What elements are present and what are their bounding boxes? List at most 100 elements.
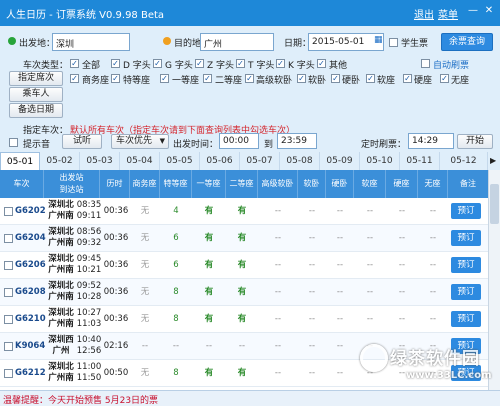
- prompt-sound-checkbox[interactable]: [9, 138, 18, 147]
- table-row[interactable]: G6202 深圳北 广州南 08:35 09:11 00:36 无 4 有 有 --…: [0, 198, 488, 225]
- date-tab-0509[interactable]: 05-09: [320, 152, 360, 170]
- book-button[interactable]: 预订: [451, 257, 481, 273]
- row-checkbox[interactable]: [4, 234, 13, 243]
- calendar-icon[interactable]: ▦: [374, 35, 383, 45]
- hard-sleeper: --: [336, 314, 344, 324]
- train-code: G6204: [15, 233, 46, 243]
- row-checkbox[interactable]: [4, 342, 13, 351]
- to-input[interactable]: 广州: [200, 33, 274, 51]
- seat-deluxe-sleeper-checkbox[interactable]: ✓: [245, 74, 254, 83]
- scrollbar-thumb[interactable]: [490, 184, 499, 224]
- book-button[interactable]: 预订: [451, 203, 481, 219]
- passenger-button[interactable]: 乘车人: [9, 87, 63, 102]
- seat-soft-seat-label: 软座: [377, 76, 396, 86]
- soft-seat: --: [366, 206, 374, 216]
- duration: 00:36: [103, 233, 129, 243]
- table-row[interactable]: G6204 深圳北 广州南 08:56 09:32 00:36 无 6 有 有 --…: [0, 225, 488, 252]
- from-station: 深圳北: [48, 254, 74, 264]
- time-from-input[interactable]: 00:00: [219, 133, 259, 149]
- deluxe-sleeper: --: [274, 341, 282, 351]
- type-d-checkbox[interactable]: ✓: [111, 59, 120, 68]
- date-tab-0508[interactable]: 05-08: [280, 152, 320, 170]
- type-g-checkbox[interactable]: ✓: [153, 59, 162, 68]
- watermark-url: www.33LC.com: [406, 370, 492, 381]
- type-z-checkbox[interactable]: ✓: [195, 59, 204, 68]
- auto-refresh-label: 自动刷票: [433, 61, 470, 71]
- first-seat: 有: [204, 314, 214, 324]
- from-input[interactable]: 深圳: [52, 33, 130, 51]
- book-button[interactable]: 预订: [451, 230, 481, 246]
- date-tab-0501[interactable]: 05-01: [0, 152, 40, 170]
- to-station: 广州南: [48, 211, 74, 221]
- date-tab-0503[interactable]: 05-03: [80, 152, 120, 170]
- date-tab-0507[interactable]: 05-07: [240, 152, 280, 170]
- priority-select[interactable]: 车次优先 ▼: [111, 134, 169, 149]
- arrive-time: 11:03: [76, 319, 102, 329]
- auto-refresh-checkbox[interactable]: [421, 59, 430, 68]
- table-row[interactable]: G6208 深圳北 广州南 09:52 10:28 00:36 无 8 有 有 --…: [0, 279, 488, 306]
- student-checkbox[interactable]: [389, 38, 398, 47]
- seat-hard-seat-checkbox[interactable]: ✓: [403, 74, 412, 83]
- menu-link[interactable]: 菜单: [438, 6, 458, 21]
- seat-business-checkbox[interactable]: ✓: [70, 74, 79, 83]
- seat-premium-checkbox[interactable]: ✓: [111, 74, 120, 83]
- type-k-checkbox[interactable]: ✓: [276, 59, 285, 68]
- seat-no-seat-checkbox[interactable]: ✓: [440, 74, 449, 83]
- date-tab-0506[interactable]: 05-06: [200, 152, 240, 170]
- from-location-icon: [8, 37, 16, 45]
- type-t-checkbox[interactable]: ✓: [236, 59, 245, 68]
- test-sound-button[interactable]: 试听: [62, 134, 102, 149]
- backup-date-button[interactable]: 备选日期: [9, 103, 63, 118]
- seat-hard-sleeper-checkbox[interactable]: ✓: [331, 74, 340, 83]
- close-icon[interactable]: ✕: [482, 4, 496, 18]
- soft-sleeper: --: [308, 314, 316, 324]
- specify-seat-button[interactable]: 指定席次: [9, 71, 63, 86]
- date-tab-0512[interactable]: 05-12: [440, 152, 488, 170]
- date-tab-0505[interactable]: 05-05: [160, 152, 200, 170]
- duration: 00:36: [103, 260, 129, 270]
- type-all-checkbox[interactable]: ✓: [70, 59, 79, 68]
- next-dates-icon[interactable]: ▶: [490, 156, 496, 165]
- timed-refresh-input[interactable]: 14:29: [408, 133, 454, 149]
- row-checkbox[interactable]: [4, 207, 13, 216]
- row-checkbox[interactable]: [4, 261, 13, 270]
- minimize-icon[interactable]: —: [466, 4, 480, 18]
- row-checkbox[interactable]: [4, 315, 13, 324]
- seat-first-checkbox[interactable]: ✓: [160, 74, 169, 83]
- row-checkbox[interactable]: [4, 369, 13, 378]
- seat-soft-seat-checkbox[interactable]: ✓: [366, 74, 375, 83]
- premium-seat: 8: [173, 287, 179, 297]
- seat-soft-sleeper-checkbox[interactable]: ✓: [297, 74, 306, 83]
- date-tab-0504[interactable]: 05-04: [120, 152, 160, 170]
- hard-seat: --: [398, 233, 406, 243]
- depart-time-label: 出发时间：: [173, 140, 219, 150]
- col-premium: 特等座: [160, 170, 192, 198]
- date-tab-0502[interactable]: 05-02: [40, 152, 80, 170]
- col-first: 一等座: [192, 170, 226, 198]
- duration: 02:16: [103, 341, 129, 351]
- date-tab-0510[interactable]: 05-10: [360, 152, 400, 170]
- arrive-time: 12:56: [76, 346, 102, 356]
- query-button[interactable]: 余票查询: [441, 33, 493, 51]
- table-row[interactable]: G6206 深圳北 广州南 09:45 10:21 00:36 无 6 有 有 --…: [0, 252, 488, 279]
- status-bar: 温馨提醒：今天开始预售 5月23日的票: [0, 390, 500, 406]
- date-tab-0511[interactable]: 05-11: [400, 152, 440, 170]
- type-all-label: 全部: [82, 61, 101, 71]
- arrive-time: 11:50: [76, 373, 102, 383]
- logout-link[interactable]: 退出: [414, 6, 434, 21]
- type-other-checkbox[interactable]: ✓: [317, 59, 326, 68]
- train-code: G6210: [15, 314, 46, 324]
- hard-sleeper: --: [336, 341, 344, 351]
- depart-time: 10:40: [76, 335, 102, 345]
- chevron-down-icon: ▼: [159, 137, 165, 145]
- seat-second-checkbox[interactable]: ✓: [203, 74, 212, 83]
- book-button[interactable]: 预订: [451, 311, 481, 327]
- time-to-input[interactable]: 23:59: [277, 133, 317, 149]
- seat-hard-seat-label: 硬座: [414, 76, 433, 86]
- book-button[interactable]: 预订: [451, 284, 481, 300]
- start-button[interactable]: 开始: [457, 134, 493, 149]
- duration: 00:36: [103, 287, 129, 297]
- date-input[interactable]: 2015-05-01: [308, 33, 384, 51]
- row-checkbox[interactable]: [4, 288, 13, 297]
- table-row[interactable]: G6210 深圳北 广州南 10:27 11:03 00:36 无 8 有 有 --…: [0, 306, 488, 333]
